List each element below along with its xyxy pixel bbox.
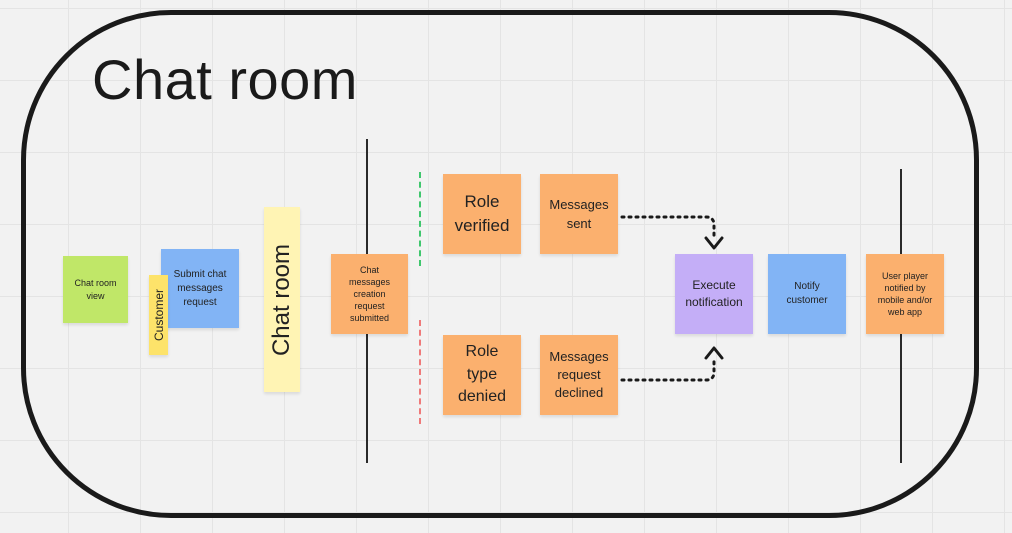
note-messages-sent[interactable]: Messages sent — [540, 174, 618, 254]
note-creation-request-submitted[interactable]: Chat messages creation request submitted — [331, 254, 408, 334]
arrow-sent-to-execute — [620, 215, 716, 240]
flow-arrows — [620, 215, 724, 382]
note-submit-chat-messages-request[interactable]: Submit chat messages request — [161, 249, 239, 328]
note-chat-room-label[interactable]: Chat room — [264, 207, 300, 392]
arrow-declined-to-execute — [620, 356, 716, 382]
arrowhead-declined-to-execute — [704, 346, 724, 360]
note-messages-request-declined[interactable]: Messages request declined — [540, 335, 618, 415]
chat-room-label-text: Chat room — [268, 243, 296, 356]
tag-customer-label: Customer — [151, 288, 166, 342]
note-role-verified[interactable]: Role verified — [443, 174, 521, 254]
tag-customer[interactable]: Customer — [149, 275, 168, 355]
note-execute-notification[interactable]: Execute notification — [675, 254, 753, 334]
note-user-player-notified[interactable]: User player notified by mobile and/or we… — [866, 254, 944, 334]
note-notify-customer[interactable]: Notify customer — [768, 254, 846, 334]
arrowhead-sent-to-execute — [704, 236, 724, 250]
note-chat-room-view[interactable]: Chat room view — [63, 256, 128, 323]
note-role-type-denied[interactable]: Role type denied — [443, 335, 521, 415]
